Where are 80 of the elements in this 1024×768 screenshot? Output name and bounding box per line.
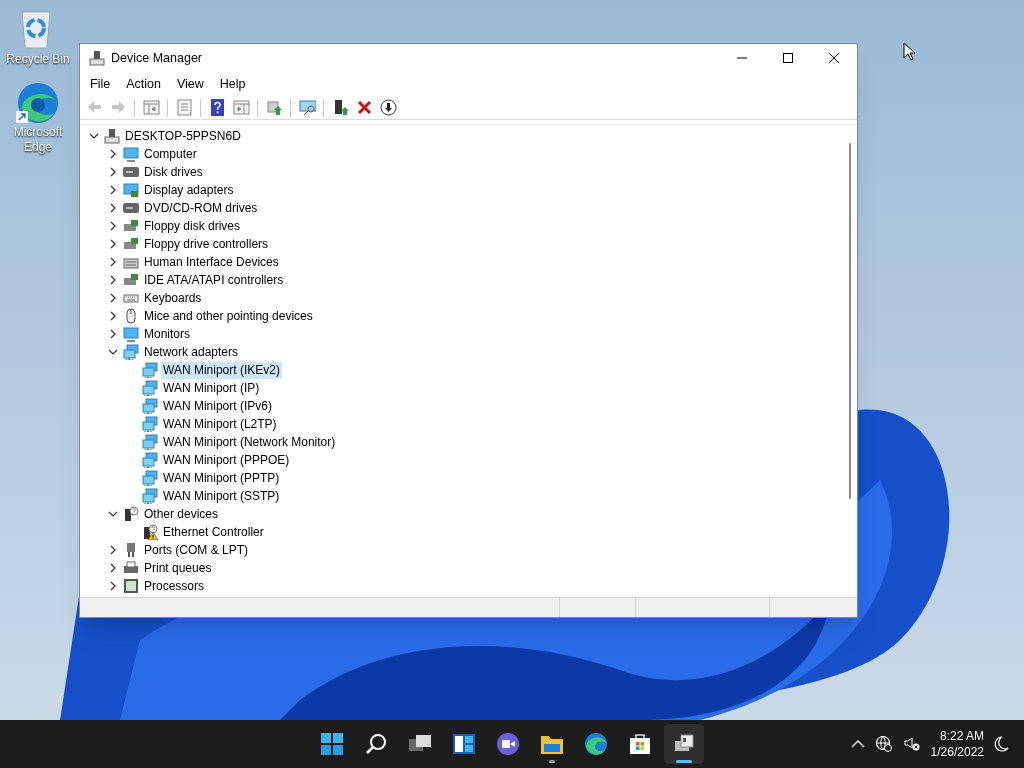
tree-item[interactable]: Processors [142,577,207,595]
window-pane-icon [142,99,160,116]
tree-item[interactable]: Floppy disk drives [142,217,243,235]
display-adapter-icon [123,182,139,198]
mouse-pointer-icon [903,42,915,61]
taskbar-button[interactable] [664,724,704,764]
menu-item[interactable]: Help [211,73,254,95]
tree-item[interactable]: Keyboards [142,289,204,307]
windows-logo-icon [320,732,344,756]
download-arrow-button[interactable] [377,96,399,119]
drive-controller-icon [123,272,139,288]
network-adapter-icon [142,380,158,396]
update-driver-icon [265,99,283,116]
tree-item[interactable]: WAN Miniport (SSTP) [161,487,282,505]
tree-item[interactable]: Display adapters [142,181,236,199]
tree-item[interactable]: Network adapters [142,343,241,361]
window-title: Device Manager [111,49,202,67]
tree-item[interactable]: WAN Miniport (PPPOE) [161,451,292,469]
monitor-scan-icon [298,99,316,116]
drive-icon [123,164,139,180]
clock-date[interactable]: 1/26/2022 [930,744,984,760]
network-adapter-icon [142,488,158,504]
globe-icon[interactable] [874,735,893,753]
clock-time[interactable]: 8:22 AM [939,728,984,744]
tree-item[interactable]: Floppy drive controllers [142,235,271,253]
muted-speaker-icon[interactable] [902,735,921,753]
chevron-up-icon[interactable] [850,739,865,749]
help-icon [208,99,226,116]
tree-item[interactable]: IDE ATA/ATAPI controllers [142,271,286,289]
printer-icon [123,560,139,576]
tree-item[interactable]: WAN Miniport (IP) [161,379,262,397]
forward-arrow-icon [109,99,127,116]
browser-icon [584,732,608,756]
drive-controller-icon [123,236,139,252]
mouse-icon [123,308,139,324]
unknown-device-icon [123,506,139,522]
tree-item[interactable]: Ports (COM & LPT) [142,541,250,559]
tree-item[interactable]: WAN Miniport (PPTP) [161,469,282,487]
computer-icon [104,128,120,144]
tree-item[interactable]: Disk drives [142,163,205,181]
moon-icon[interactable] [994,735,1010,753]
tree-item[interactable]: WAN Miniport (L2TP) [161,415,279,433]
network-adapter-icon [142,416,158,432]
tree-item[interactable]: DESKTOP-5PPSN6D [123,127,243,145]
tree-item[interactable]: WAN Miniport (Network Monitor) [161,433,338,451]
menu-item[interactable]: File [82,73,119,95]
tree-item[interactable]: Other devices [142,505,221,523]
search-icon [364,732,388,756]
tree-item[interactable]: Print queues [142,559,214,577]
tree-item[interactable]: WAN Miniport (IPv6) [161,397,274,415]
widgets-icon [452,732,476,756]
tree-item[interactable]: Computer [142,145,199,163]
window-pane-icon [232,99,250,116]
monitor-icon [123,326,139,342]
tree-item[interactable]: DVD/CD-ROM drives [142,199,260,217]
shopping-bag-icon [628,732,652,756]
tree-item[interactable]: Monitors [142,325,192,343]
network-adapter-icon [142,362,158,378]
menu-item[interactable]: View [168,73,212,95]
monitor-icon [123,146,139,162]
tree-item[interactable]: Human Interface Devices [142,253,281,271]
network-adapter-icon [142,470,158,486]
tree-item[interactable]: WAN Miniport (IKEv2) [161,361,282,379]
properties-icon [175,99,193,116]
close-icon [829,53,839,63]
drive-icon [123,200,139,216]
network-adapter-icon [142,434,158,450]
maximize-icon [783,53,793,63]
network-adapter-icon [123,344,139,360]
menu-item[interactable]: Action [118,73,169,95]
device-manager-icon [89,50,105,66]
video-chat-icon [496,732,520,756]
drive-controller-icon [123,218,139,234]
network-adapter-icon [142,398,158,414]
browser-shortcut-icon[interactable] [16,81,60,125]
network-adapter-icon [142,452,158,468]
tree-item[interactable]: Ethernet Controller [161,523,266,541]
tree-item[interactable]: Mice and other pointing devices [142,307,315,325]
delete-x-icon [355,99,373,116]
processor-icon [123,578,139,594]
